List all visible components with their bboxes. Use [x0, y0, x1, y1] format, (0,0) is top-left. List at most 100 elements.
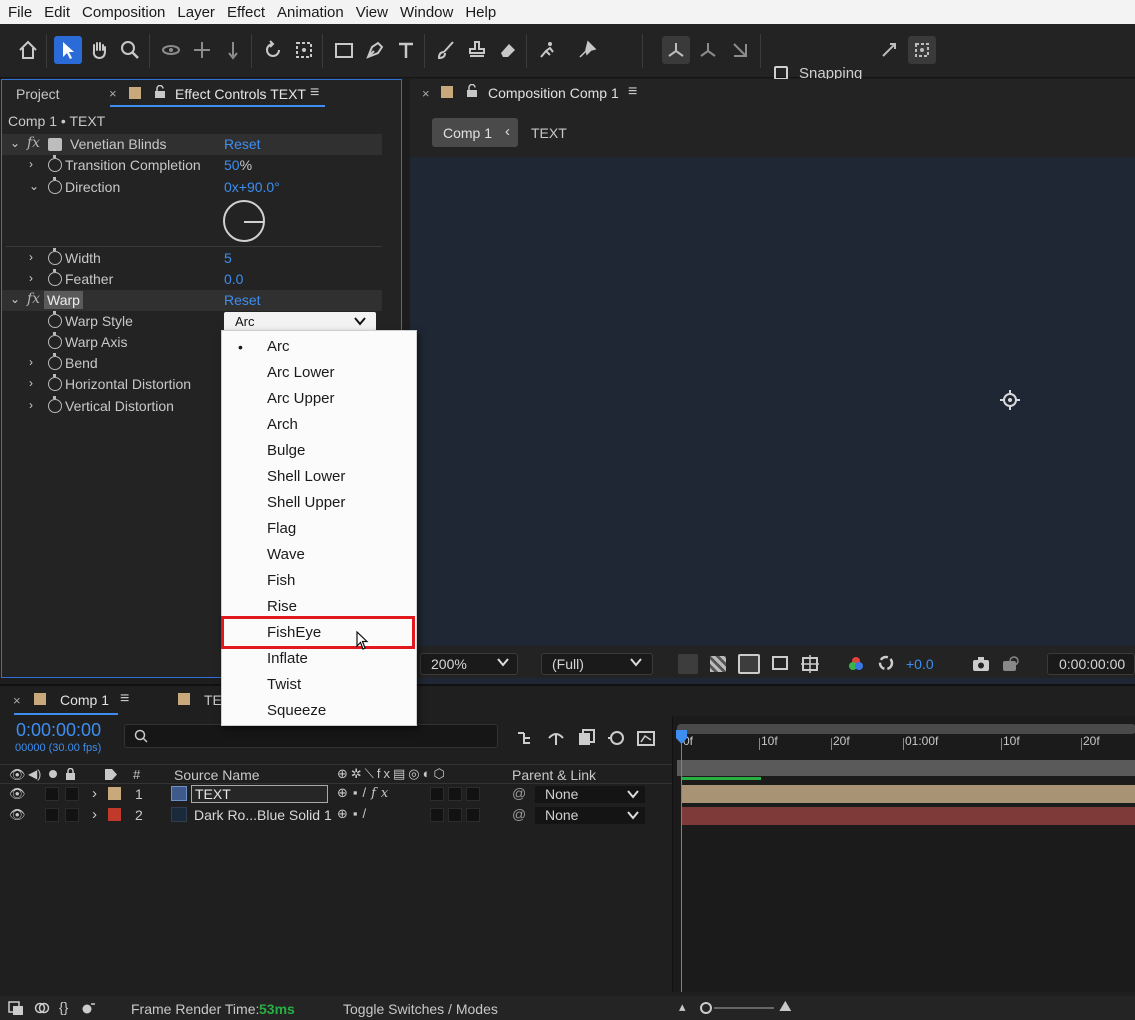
- graph-editor-icon[interactable]: [636, 728, 656, 748]
- layer-row-2[interactable]: 👁 › 2 Dark Ro...Blue Solid 1 ⊕▪/ @ None: [0, 805, 672, 826]
- frame-blending-icon[interactable]: [576, 728, 596, 748]
- property-value[interactable]: 0.0: [224, 271, 243, 287]
- home-icon[interactable]: [14, 36, 42, 64]
- breadcrumb-comp[interactable]: Comp 1 ‹: [432, 118, 518, 147]
- snapshot-icon[interactable]: [972, 656, 990, 672]
- brush-icon[interactable]: [432, 36, 460, 64]
- rotate-icon[interactable]: [259, 36, 287, 64]
- effect-venetian-blinds[interactable]: ⌄ fx Venetian Blinds Reset: [2, 134, 382, 155]
- dropdown-option[interactable]: Fish: [222, 568, 416, 594]
- panel-menu-icon[interactable]: ≡: [120, 690, 129, 708]
- parent-select[interactable]: None: [535, 786, 645, 803]
- layer-label-color[interactable]: [108, 787, 121, 800]
- column-source-name[interactable]: Source Name: [174, 767, 260, 783]
- menu-layer[interactable]: Layer: [171, 4, 221, 21]
- close-icon[interactable]: ×: [109, 86, 117, 101]
- fast-previews-icon[interactable]: [678, 654, 698, 674]
- reset-button[interactable]: Reset: [224, 292, 261, 308]
- tab-project[interactable]: Project: [16, 86, 60, 102]
- column-parent-link[interactable]: Parent & Link: [512, 767, 596, 783]
- shy-layers-icon[interactable]: [546, 728, 566, 748]
- eye-icon[interactable]: 👁: [9, 767, 26, 783]
- layer-row-1[interactable]: 👁 › 1 TEXT ⊕▪/fx @ None: [0, 784, 672, 805]
- property-transition-completion[interactable]: › Transition Completion 50%: [2, 155, 382, 176]
- zoom-slider-handle[interactable]: [700, 1002, 712, 1014]
- current-time[interactable]: 0:00:00:00: [16, 720, 101, 741]
- chevron-right-icon[interactable]: ›: [29, 251, 39, 263]
- property-warp-style[interactable]: Warp Style Arc: [2, 311, 382, 332]
- menu-help[interactable]: Help: [459, 4, 502, 21]
- dropdown-option[interactable]: Bulge: [222, 438, 416, 464]
- dropdown-option[interactable]: Squeeze: [222, 698, 416, 724]
- solo-icon[interactable]: [49, 770, 57, 778]
- dropdown-option[interactable]: Twist: [222, 672, 416, 698]
- lock-icon[interactable]: [154, 84, 166, 98]
- close-icon[interactable]: ×: [13, 693, 21, 708]
- timecode-display[interactable]: 0:00:00:00: [1047, 653, 1135, 675]
- lock-icon[interactable]: [466, 83, 478, 97]
- dropdown-option[interactable]: Shell Upper: [222, 490, 416, 516]
- menu-animation[interactable]: Animation: [271, 4, 350, 21]
- tab-composition[interactable]: Composition Comp 1: [488, 85, 619, 101]
- breadcrumb-layer[interactable]: TEXT: [531, 125, 567, 141]
- layer-name[interactable]: Dark Ro...Blue Solid 1: [194, 807, 332, 823]
- layer-switches[interactable]: ⊕▪/fx: [337, 785, 393, 801]
- layer-search-input[interactable]: [124, 724, 498, 748]
- selection-arrow-icon[interactable]: [54, 36, 82, 64]
- property-feather[interactable]: › Feather 0.0: [2, 269, 382, 290]
- dropdown-option[interactable]: Arc Lower: [222, 360, 416, 386]
- rectangle-icon[interactable]: [330, 36, 358, 64]
- snap-features-icon[interactable]: [908, 36, 936, 64]
- stopwatch-icon[interactable]: [48, 396, 62, 413]
- chevron-right-icon[interactable]: ›: [92, 806, 97, 823]
- stopwatch-icon[interactable]: [48, 269, 62, 286]
- dolly-icon[interactable]: [219, 36, 247, 64]
- chevron-down-icon[interactable]: ⌄: [10, 137, 20, 149]
- parent-select[interactable]: None: [535, 807, 645, 824]
- menu-edit[interactable]: Edit: [38, 4, 76, 21]
- zoom-slider-track[interactable]: [714, 1007, 774, 1009]
- channels-icon[interactable]: [847, 655, 865, 673]
- dropdown-option[interactable]: Inflate: [222, 646, 416, 672]
- fx-icon[interactable]: fx: [27, 291, 40, 307]
- in-out-toggle-icon[interactable]: {}: [59, 999, 68, 1015]
- dropdown-option[interactable]: Arch: [222, 412, 416, 438]
- layer-switches[interactable]: ⊕▪/: [337, 806, 371, 822]
- reset-button[interactable]: Reset: [224, 136, 261, 152]
- pick-whip-icon[interactable]: @: [512, 806, 526, 822]
- dropdown-option[interactable]: FishEye: [222, 620, 416, 646]
- chevron-right-icon[interactable]: ›: [92, 785, 97, 802]
- world-axis-icon[interactable]: [694, 36, 722, 64]
- layer-label-color[interactable]: [108, 808, 121, 821]
- zoom-out-icon[interactable]: ▴: [679, 999, 686, 1015]
- pick-whip-icon[interactable]: @: [512, 785, 526, 801]
- chevron-right-icon[interactable]: ›: [29, 356, 39, 368]
- motion-blur-icon[interactable]: [606, 728, 626, 748]
- stopwatch-icon[interactable]: [48, 332, 62, 349]
- menu-view[interactable]: View: [350, 4, 394, 21]
- reset-exposure-icon[interactable]: [877, 654, 895, 672]
- transparency-grid-icon[interactable]: [710, 656, 726, 672]
- chevron-right-icon[interactable]: ›: [29, 272, 39, 284]
- timeline-track-area[interactable]: 0f 10f 20f 01:00f 10f 20f: [672, 716, 1135, 992]
- type-icon[interactable]: [392, 36, 420, 64]
- fx-icon[interactable]: fx: [27, 135, 40, 151]
- playhead-handle[interactable]: [676, 730, 687, 744]
- eye-icon[interactable]: 👁: [9, 807, 26, 823]
- stopwatch-icon[interactable]: [48, 177, 62, 194]
- property-width[interactable]: › Width 5: [2, 248, 382, 269]
- panel-menu-icon[interactable]: ≡: [628, 83, 637, 101]
- pen-icon[interactable]: [361, 36, 389, 64]
- grid-guides-icon[interactable]: [801, 655, 819, 673]
- angle-dial[interactable]: [223, 200, 265, 242]
- stopwatch-icon[interactable]: [48, 155, 62, 172]
- tab-timeline-other[interactable]: TE: [204, 692, 222, 708]
- layer-bar-2[interactable]: [681, 807, 1135, 825]
- panel-menu-icon[interactable]: ≡: [310, 84, 319, 102]
- chevron-right-icon[interactable]: ›: [29, 158, 39, 170]
- property-value[interactable]: 0x+90.0°: [224, 179, 280, 195]
- clone-stamp-icon[interactable]: [463, 36, 491, 64]
- effect-warp[interactable]: ⌄ fx Warp Reset: [2, 290, 382, 311]
- zoom-in-icon[interactable]: ⛰: [779, 998, 792, 1015]
- lock-icon[interactable]: [65, 767, 76, 780]
